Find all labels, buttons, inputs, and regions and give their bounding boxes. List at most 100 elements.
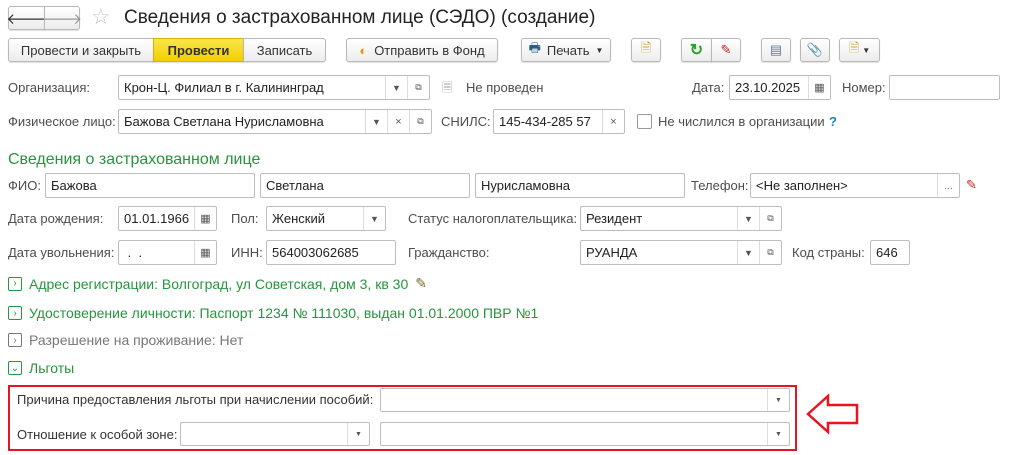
tax-status-field[interactable]: Резидент ▼ ⧉ [580,206,782,231]
last-name-field[interactable]: Бажова [45,173,255,198]
refresh-button[interactable]: ↻ [681,38,712,62]
more-documents-button[interactable]: 🗎 ▼ [839,38,880,62]
chevron-down-icon: ▼ [595,45,604,55]
first-name-value: Светлана [266,178,324,193]
dropdown-icon[interactable]: ▼ [363,207,385,230]
attach-button[interactable]: 📎 [800,38,830,62]
help-icon[interactable]: ? [829,114,837,130]
forward-button[interactable]: 🡒 [41,6,83,30]
page-title: Сведения о застрахованном лице (СЭДО) (с… [124,7,596,28]
fio-label: ФИО: [8,178,41,193]
citizenship-field[interactable]: РУАНДА ▼ ⧉ [580,240,782,265]
section-identity-document[interactable]: › Удостоверение личности: Паспорт 1234 № … [8,305,538,321]
dropdown-icon[interactable]: ▼ [347,423,369,445]
favorite-star-icon[interactable]: ☆ [91,4,111,30]
inn-field[interactable]: 564003062685 [266,240,396,265]
dismissal-date-label: Дата увольнения: [8,245,115,260]
send-to-fund-button[interactable]: ◐ Отправить в Фонд [346,38,498,62]
dismissal-date-field[interactable]: . . ▦ [118,240,217,265]
section-registration-address[interactable]: › Адрес регистрации: Волгоград, ул Советс… [8,275,427,292]
number-field[interactable] [889,75,1000,100]
document-clock-icon: 🗎 [640,40,652,55]
country-code-label: Код страны: [792,245,865,260]
special-zone-field[interactable]: ▼ [180,422,370,446]
dropdown-icon[interactable]: ▼ [767,423,789,445]
list-icon: ▤ [769,42,783,57]
snils-label: СНИЛС: [441,114,491,129]
dropdown-icon[interactable]: ▼ [737,241,759,264]
print-button[interactable]: 🖶 Печать ▼ [521,38,611,62]
citizenship-value: РУАНДА [586,245,638,260]
open-icon[interactable]: ⧉ [759,241,781,264]
refresh-icon: ↻ [689,42,704,59]
organization-field[interactable]: Крон-Ц. Филиал в г. Калининград ▼ ⧉ [118,75,430,100]
clear-edit-button[interactable]: ✎ [711,38,741,62]
open-icon[interactable]: ⧉ [409,110,431,133]
sex-label: Пол: [231,211,259,226]
number-label: Номер: [842,80,886,95]
dropdown-icon[interactable]: ▼ [365,110,387,133]
clear-icon[interactable]: × [602,110,624,133]
birth-date-field[interactable]: 01.01.1966 ▦ [118,206,217,231]
chevron-down-icon: ▼ [862,45,871,55]
country-code-field[interactable]: 646 [870,240,910,265]
arrow-right-icon: 🡒 [41,10,83,28]
document-clock-icon: 🗎 [848,40,860,55]
middle-name-field[interactable]: Нурисламовна [475,173,685,198]
open-icon[interactable]: ⧉ [759,207,781,230]
save-button[interactable]: Записать [243,38,326,62]
not-listed-checkbox[interactable] [637,114,652,129]
organization-label: Организация: [8,80,91,95]
phone-value: <Не заполнен> [756,178,848,193]
tax-status-label: Статус налогоплательщика: [408,211,578,226]
document-history-button[interactable]: 🗎 [631,38,661,62]
collapse-icon: ⌄ [8,361,22,375]
organization-value: Крон-Ц. Филиал в г. Калининград [124,80,324,95]
special-zone-detail-field[interactable]: ▼ [380,422,790,446]
citizenship-label: Гражданство: [408,245,490,260]
back-button[interactable]: 🡐 [6,6,47,30]
dropdown-icon[interactable]: ▼ [737,207,759,230]
sex-field[interactable]: Женский ▼ [266,206,386,231]
expand-icon: › [8,333,22,347]
arrow-left-icon: 🡐 [6,10,47,28]
snils-field[interactable]: 145-434-285 57 × [493,109,625,134]
document-status-icon: 🗏 [442,80,453,95]
clear-icon[interactable]: × [387,110,409,133]
section-residence-permit[interactable]: › Разрешение на проживание: Нет [8,332,243,348]
phone-field[interactable]: <Не заполнен> … [750,173,960,198]
section-label: Удостоверение личности: Паспорт 1234 № 1… [29,305,539,321]
post-and-close-button[interactable]: Провести и закрыть [8,38,154,62]
ellipsis-icon[interactable]: … [937,174,959,197]
date-label: Дата: [692,80,725,95]
dropdown-icon[interactable]: ▼ [385,76,407,99]
calendar-icon[interactable]: ▦ [194,207,216,230]
dropdown-icon[interactable]: ▼ [767,389,789,411]
post-button[interactable]: Провести [153,38,244,62]
arrow-left-highlight-icon [806,393,859,435]
open-icon[interactable]: ⧉ [407,76,429,99]
pencil-icon[interactable]: ✎ [415,275,427,292]
pen-delete-icon[interactable]: ✎ [966,177,977,193]
expand-icon: › [8,276,22,291]
country-code-value: 646 [876,245,898,260]
insured-section-title: Сведения о застрахованном лице [8,151,261,168]
calendar-icon[interactable]: ▦ [194,241,216,264]
person-field[interactable]: Бажова Светлана Нурисламовна ▼ × ⧉ [118,109,432,134]
list-button[interactable]: ▤ [761,38,791,62]
section-label: Адрес регистрации: Волгоград, ул Советск… [29,275,409,292]
birth-date-value: 01.01.1966 [124,211,190,226]
calendar-icon[interactable]: ▦ [808,76,830,99]
benefit-reason-field[interactable]: ▼ [380,388,790,412]
print-label: Печать [546,42,590,58]
first-name-field[interactable]: Светлана [260,173,470,198]
section-benefits[interactable]: ⌄ Льготы [8,360,74,376]
document-status: Не проведен [466,80,544,95]
expand-icon: › [8,306,22,320]
last-name-value: Бажова [51,178,97,193]
send-label: Отправить в Фонд [374,42,485,58]
date-field[interactable]: 23.10.2025 ▦ [729,75,831,100]
inn-label: ИНН: [231,245,263,260]
tax-status-value: Резидент [586,211,643,226]
section-label: Разрешение на проживание: Нет [29,332,244,348]
